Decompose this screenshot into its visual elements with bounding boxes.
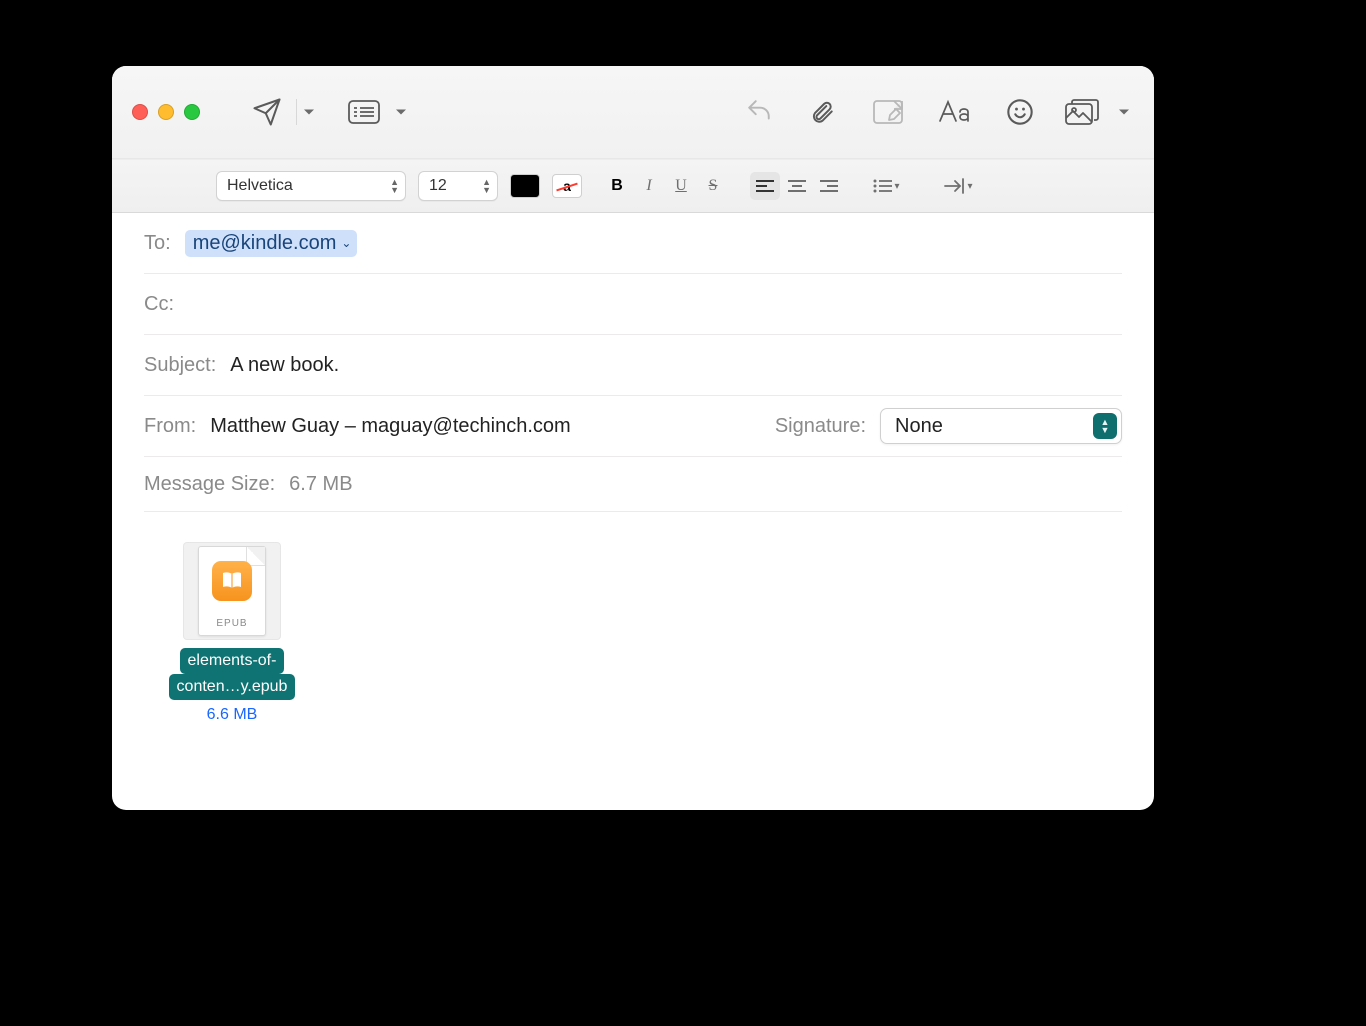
to-recipient-value: me@kindle.com (193, 232, 337, 255)
toolbar-left (240, 90, 411, 134)
toolbar-right (732, 90, 1134, 134)
cc-row[interactable]: Cc: (144, 274, 1122, 335)
emoji-button[interactable] (990, 90, 1050, 134)
indent-icon (943, 178, 965, 194)
signature-label: Signature: (775, 415, 866, 438)
font-size-value: 12 (429, 177, 447, 195)
attachment-ext-label: EPUB (216, 618, 247, 629)
message-body[interactable]: EPUB elements-of- conten…y.epub 6.6 MB (112, 512, 1154, 754)
markup-icon (872, 99, 904, 125)
format-button[interactable] (924, 90, 984, 134)
underline-button[interactable]: U (666, 172, 696, 200)
chevron-down-icon: ⌄ (341, 236, 351, 250)
list-style-button[interactable]: ▾ (866, 172, 906, 200)
font-size-select[interactable]: 12 ▲▼ (418, 171, 498, 201)
format-bar: Helvetica ▲▼ 12 ▲▼ a B I U S ▾ ▾ (112, 159, 1154, 213)
compose-window: Helvetica ▲▼ 12 ▲▼ a B I U S ▾ ▾ (112, 66, 1154, 810)
paper-plane-icon (252, 97, 282, 127)
align-left-button[interactable] (750, 172, 780, 200)
signature-select[interactable]: None ▲▼ (880, 408, 1122, 444)
send-button[interactable] (240, 90, 294, 134)
cc-label: Cc: (144, 293, 174, 316)
attachment-filesize: 6.6 MB (152, 706, 312, 724)
signature-value: None (895, 415, 943, 438)
list-icon (872, 178, 892, 194)
zoom-window-button[interactable] (184, 104, 200, 120)
align-center-button[interactable] (782, 172, 812, 200)
close-window-button[interactable] (132, 104, 148, 120)
minimize-window-button[interactable] (158, 104, 174, 120)
book-icon (212, 561, 252, 601)
attach-button[interactable] (792, 90, 852, 134)
header-fields: To: me@kindle.com ⌄ Cc: Subject: A new b… (112, 213, 1154, 512)
photo-browser-dropdown[interactable] (1114, 90, 1134, 134)
from-value[interactable]: Matthew Guay – maguay@techinch.com (210, 415, 570, 438)
to-row[interactable]: To: me@kindle.com ⌄ (144, 213, 1122, 274)
font-family-value: Helvetica (227, 177, 293, 195)
attachment-filename-line1: elements-of- (180, 648, 285, 674)
from-row: From: Matthew Guay – maguay@techinch.com… (144, 396, 1122, 457)
subject-label: Subject: (144, 354, 216, 377)
window-controls (132, 104, 200, 120)
send-options-dropdown[interactable] (299, 90, 319, 134)
header-fields-dropdown[interactable] (391, 90, 411, 134)
smiley-icon (1006, 98, 1034, 126)
chevron-down-icon: ▾ (967, 181, 972, 192)
text-color-swatch[interactable] (510, 174, 540, 198)
chevron-down-icon (1118, 106, 1130, 118)
message-size-label: Message Size: (144, 473, 275, 496)
photos-icon (1064, 98, 1100, 126)
text-bgcolor-swatch[interactable]: a (552, 174, 582, 198)
to-label: To: (144, 232, 171, 255)
strikethrough-button[interactable]: S (698, 172, 728, 200)
attachment-filename-line2: conten…y.epub (169, 674, 296, 700)
chevron-down-icon: ▾ (894, 181, 899, 192)
to-recipient-chip[interactable]: me@kindle.com ⌄ (185, 230, 358, 257)
font-icon (937, 99, 971, 125)
subject-row[interactable]: Subject: A new book. (144, 335, 1122, 396)
font-family-select[interactable]: Helvetica ▲▼ (216, 171, 406, 201)
titlebar (112, 66, 1154, 159)
message-size-value: 6.7 MB (289, 473, 352, 496)
from-label: From: (144, 415, 196, 438)
photo-browser-button[interactable] (1056, 90, 1108, 134)
reply-button[interactable] (732, 90, 786, 134)
attachment-item[interactable]: EPUB elements-of- conten…y.epub 6.6 MB (152, 542, 312, 724)
reply-arrow-icon (744, 99, 774, 125)
epub-file-icon: EPUB (198, 546, 266, 636)
message-size-row: Message Size: 6.7 MB (144, 457, 1122, 512)
paperclip-icon (809, 97, 835, 127)
select-knob-icon: ▲▼ (1093, 413, 1117, 439)
markup-button[interactable] (858, 90, 918, 134)
attachment-thumbnail: EPUB (183, 542, 281, 640)
chevron-down-icon (303, 106, 315, 118)
subject-value: A new book. (230, 354, 339, 377)
stepper-icon: ▲▼ (390, 179, 399, 194)
align-right-button[interactable] (814, 172, 844, 200)
header-fields-button[interactable] (337, 90, 391, 134)
header-list-icon (347, 99, 381, 125)
indent-button[interactable]: ▾ (936, 172, 980, 200)
chevron-down-icon (395, 106, 407, 118)
bold-button[interactable]: B (602, 172, 632, 200)
stepper-icon: ▲▼ (482, 179, 491, 194)
italic-button[interactable]: I (634, 172, 664, 200)
toolbar-separator (296, 99, 297, 125)
